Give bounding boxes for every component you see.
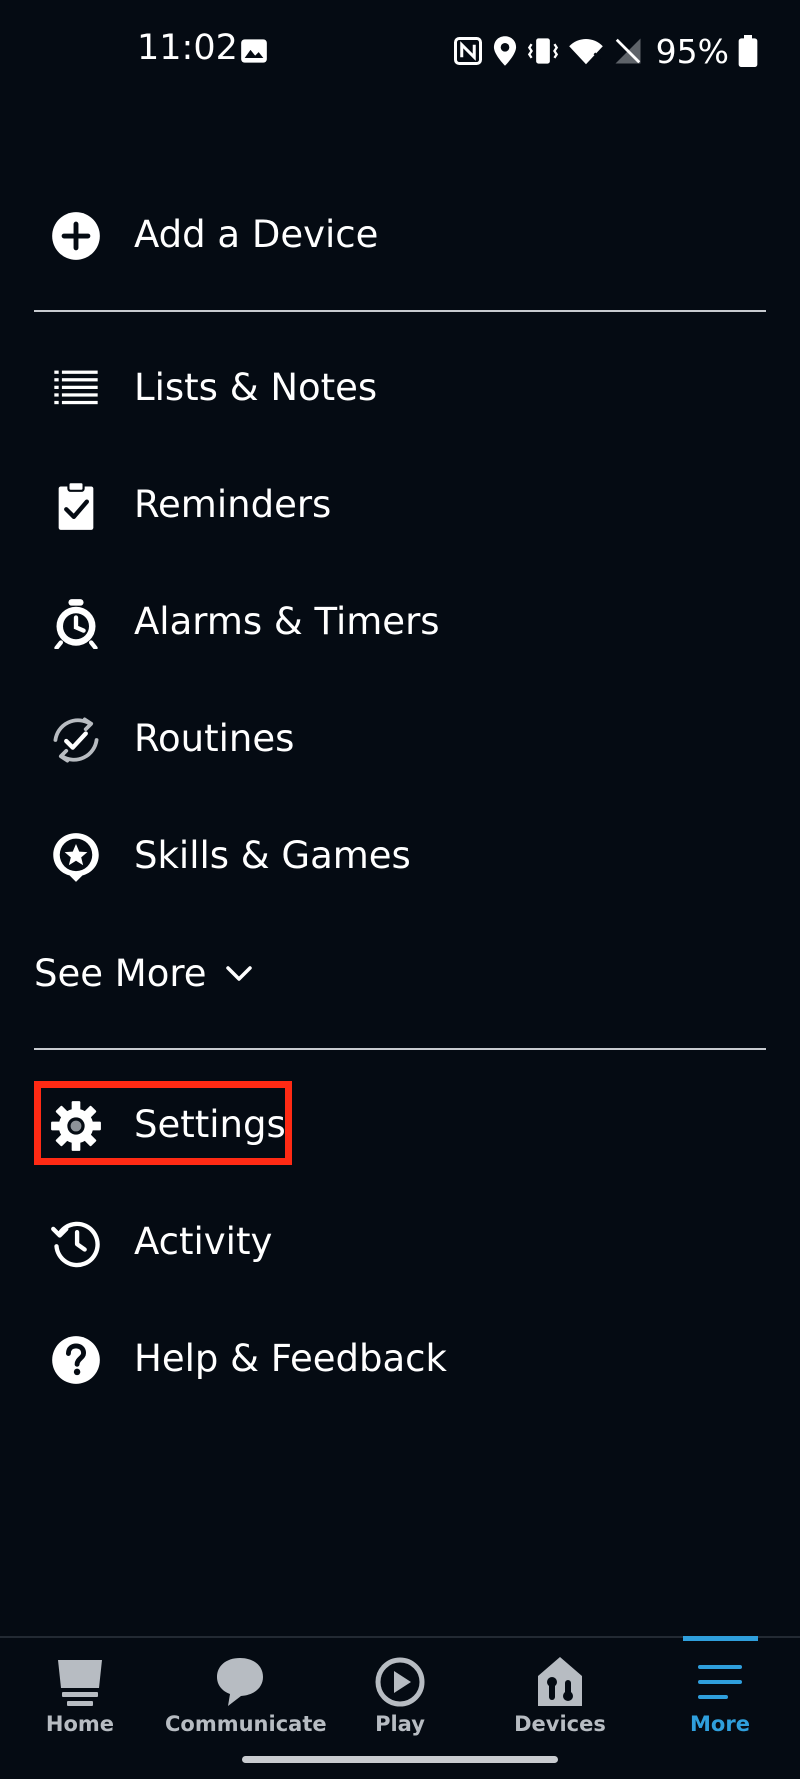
menu-item-reminders[interactable]: Reminders [34, 460, 766, 550]
alarm-clock-icon [50, 597, 102, 649]
hamburger-menu-icon [690, 1652, 750, 1712]
reminders-label: Reminders [134, 483, 332, 526]
alarms-timers-label: Alarms & Timers [134, 600, 440, 643]
add-device-label: Add a Device [134, 213, 379, 256]
status-icons: 95% [453, 30, 758, 72]
no-signal-icon [615, 38, 641, 64]
play-label: Play [375, 1712, 425, 1736]
tab-play[interactable]: Play [325, 1638, 475, 1748]
menu-item-routines[interactable]: Routines [34, 694, 766, 784]
tab-more[interactable]: More [645, 1638, 795, 1748]
divider [34, 310, 766, 312]
more-label: More [690, 1712, 750, 1736]
add-circle-icon [50, 210, 102, 262]
battery-percent: 95% [655, 31, 729, 71]
devices-icon [530, 1652, 590, 1712]
history-icon [50, 1217, 102, 1269]
location-icon [493, 36, 516, 66]
battery-icon [738, 35, 758, 67]
routines-icon [50, 714, 102, 766]
chevron-down-icon [225, 966, 252, 981]
gear-icon [50, 1100, 102, 1152]
divider [34, 1048, 766, 1050]
see-more-label: See More [34, 952, 207, 995]
menu-item-add-device[interactable]: Add a Device [34, 190, 766, 280]
routines-label: Routines [134, 717, 295, 760]
menu-item-help-feedback[interactable]: Help & Feedback [34, 1314, 766, 1404]
vibrate-icon [527, 38, 558, 64]
nfc-icon [453, 37, 482, 65]
status-time: 11:02 [137, 28, 238, 68]
menu-item-lists-notes[interactable]: Lists & Notes [34, 343, 766, 433]
tab-home[interactable]: Home [5, 1638, 155, 1748]
status-bar: 11:02 95% [0, 0, 800, 100]
home-icon [50, 1652, 110, 1712]
help-feedback-label: Help & Feedback [134, 1337, 447, 1380]
chat-bubble-icon [210, 1652, 270, 1712]
devices-label: Devices [514, 1712, 606, 1736]
home-label: Home [45, 1712, 115, 1736]
gesture-home-handle[interactable] [242, 1756, 558, 1763]
menu-item-skills-games[interactable]: Skills & Games [34, 811, 766, 901]
skills-games-label: Skills & Games [134, 834, 411, 877]
activity-label: Activity [134, 1220, 273, 1263]
menu-item-settings[interactable]: Settings [34, 1080, 766, 1170]
clipboard-check-icon [50, 480, 102, 532]
communicate-label: Communicate [165, 1712, 327, 1736]
tab-communicate[interactable]: Communicate [165, 1638, 327, 1748]
tab-devices[interactable]: Devices [485, 1638, 635, 1748]
wifi-icon [568, 39, 603, 65]
play-icon [370, 1652, 430, 1712]
settings-label: Settings [134, 1103, 286, 1146]
lists-notes-label: Lists & Notes [134, 366, 378, 409]
list-icon [50, 363, 102, 415]
image-notification-icon [241, 39, 267, 63]
skills-star-icon [50, 831, 102, 883]
menu-item-alarms-timers[interactable]: Alarms & Timers [34, 577, 766, 667]
see-more-toggle[interactable]: See More [34, 950, 253, 998]
help-icon [50, 1334, 102, 1386]
menu-item-activity[interactable]: Activity [34, 1197, 766, 1287]
